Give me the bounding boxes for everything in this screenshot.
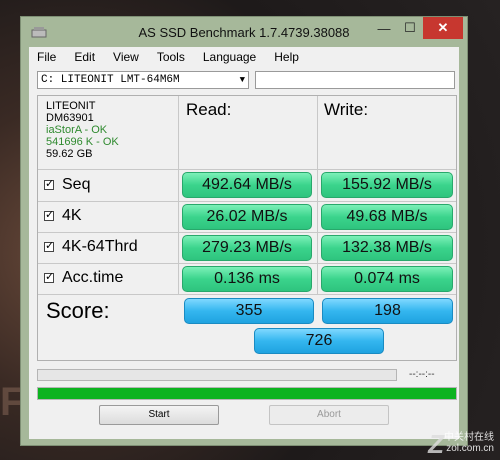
seq-write-result: 155.92 MB/s bbox=[321, 172, 453, 198]
score-area: Score: 355 198 726 bbox=[38, 294, 456, 360]
acctime-write-result: 0.074 ms bbox=[321, 266, 453, 292]
seq-read-result: 492.64 MB/s bbox=[182, 172, 312, 198]
row-acctime-label[interactable]: Acc.time bbox=[44, 269, 123, 287]
device-name: LITEONIT bbox=[46, 100, 96, 112]
abort-button[interactable]: Abort bbox=[269, 405, 389, 425]
row-4k64-label[interactable]: 4K-64Thrd bbox=[44, 238, 138, 256]
checkbox-4k64[interactable] bbox=[44, 239, 54, 252]
acctime-read-result: 0.136 ms bbox=[182, 266, 312, 292]
close-button[interactable]: ✕ bbox=[423, 17, 463, 39]
watermark-line2: zol.com.cn bbox=[446, 443, 494, 454]
title-bar: AS SSD Benchmark 1.7.4739.38088 — ☐ ✕ bbox=[21, 17, 467, 47]
client-area: File Edit View Tools Language Help C: LI… bbox=[29, 47, 459, 439]
checkbox-seq[interactable] bbox=[44, 177, 54, 190]
score-total: 726 bbox=[254, 328, 384, 354]
4k64-read-result: 279.23 MB/s bbox=[182, 235, 312, 261]
start-button[interactable]: Start bbox=[99, 405, 219, 425]
4k-read-result: 26.02 MB/s bbox=[182, 204, 312, 230]
watermark-logo: Z bbox=[428, 429, 444, 459]
score-label: Score: bbox=[46, 298, 110, 323]
menu-view[interactable]: View bbox=[113, 50, 139, 64]
test-progress-bar bbox=[37, 369, 397, 381]
results-grid: LITEONIT DM63901 iaStorA - OK 541696 K -… bbox=[37, 95, 457, 361]
options-input[interactable] bbox=[255, 71, 455, 89]
menu-bar: File Edit View Tools Language Help bbox=[29, 47, 459, 67]
checkbox-acctime[interactable] bbox=[44, 270, 54, 283]
menu-language[interactable]: Language bbox=[203, 50, 256, 64]
device-driver: iaStorA - OK bbox=[46, 124, 108, 136]
elapsed-timer: --:--:-- bbox=[409, 369, 435, 380]
app-window: AS SSD Benchmark 1.7.4739.38088 — ☐ ✕ Fi… bbox=[20, 16, 468, 446]
minimize-button[interactable]: — bbox=[371, 17, 397, 39]
device-alignment: 541696 K - OK bbox=[46, 136, 119, 148]
menu-file[interactable]: File bbox=[37, 50, 56, 64]
checkbox-4k[interactable] bbox=[44, 208, 54, 221]
menu-edit[interactable]: Edit bbox=[74, 50, 95, 64]
read-header: Read: bbox=[186, 100, 232, 119]
drive-select-value: C: LITEONIT LMT-64M6M bbox=[41, 74, 180, 86]
menu-help[interactable]: Help bbox=[274, 50, 299, 64]
4k64-write-result: 132.38 MB/s bbox=[321, 235, 453, 261]
device-size: 59.62 GB bbox=[46, 148, 93, 160]
4k-write-result: 49.68 MB/s bbox=[321, 204, 453, 230]
watermark-line1: 中关村在线 bbox=[444, 432, 494, 443]
row-4k-label[interactable]: 4K bbox=[44, 207, 82, 225]
write-header: Write: bbox=[324, 100, 369, 119]
total-progress-bar bbox=[37, 387, 457, 400]
device-model: DM63901 bbox=[46, 112, 94, 124]
total-progress-fill bbox=[38, 388, 456, 399]
score-read: 355 bbox=[184, 298, 314, 324]
watermark: 中关村在线 zol.com.cn bbox=[444, 428, 494, 454]
chevron-down-icon[interactable]: ▼ bbox=[240, 72, 245, 88]
row-seq-label[interactable]: Seq bbox=[44, 176, 90, 194]
device-info: LITEONIT DM63901 iaStorA - OK 541696 K -… bbox=[46, 100, 119, 160]
maximize-button[interactable]: ☐ bbox=[397, 17, 423, 39]
drive-select[interactable]: C: LITEONIT LMT-64M6M ▼ bbox=[37, 71, 249, 89]
menu-tools[interactable]: Tools bbox=[157, 50, 185, 64]
score-write: 198 bbox=[322, 298, 453, 324]
